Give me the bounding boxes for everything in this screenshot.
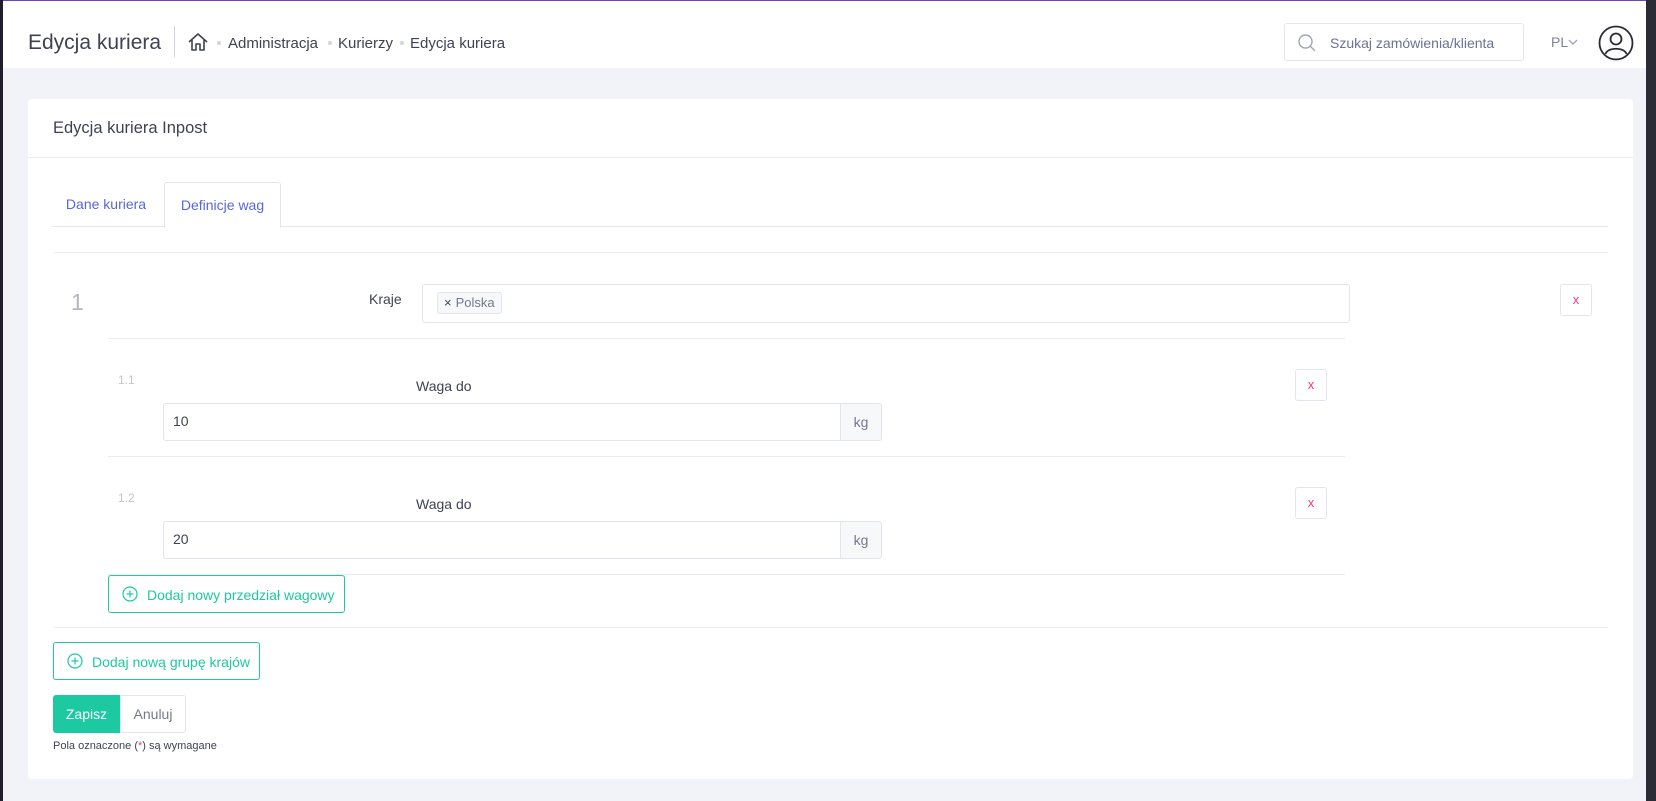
divider [108,456,1345,457]
range-number: 1.2 [118,491,135,505]
divider [108,338,1345,339]
required-fields-note: Pola oznaczone (*) są wymagane [53,740,217,752]
tab-dane-kuriera[interactable]: Dane kuriera [53,182,159,227]
top-header: Edycja kuriera Administracja Kurierzy Ed… [3,1,1646,68]
breadcrumb-separator [400,41,404,45]
delete-range-button[interactable]: x [1295,369,1327,401]
remove-tag-icon[interactable]: × [444,295,452,310]
country-tag[interactable]: × Polska [437,292,502,314]
plus-circle-icon [122,586,138,602]
weight-input[interactable]: 20 [163,521,841,559]
range-number: 1.1 [118,373,135,387]
divider [53,627,1608,628]
page-title: Edycja kuriera [28,31,162,54]
window-right-border [1646,0,1656,801]
window-left-border [0,0,3,801]
plus-circle-icon [67,653,83,669]
add-weight-range-label: Dodaj nowy przedział wagowy [147,587,335,603]
divider [53,252,1608,253]
country-tag-label: Polska [455,295,495,310]
language-selector[interactable]: PL [1551,34,1568,50]
required-note-suffix: ) są wymagane [142,740,217,752]
delete-range-button[interactable]: x [1295,487,1327,519]
courier-edit-card: Edycja kuriera Inpost Dane kuriera Defin… [28,99,1633,779]
breadcrumb-edycja-kuriera[interactable]: Edycja kuriera [410,35,505,52]
breadcrumb-administracja[interactable]: Administracja [228,35,318,52]
tabs-bar: Dane kuriera Definicje wag [53,182,1608,228]
card-header: Edycja kuriera Inpost [28,99,1633,158]
weight-input[interactable]: 10 [163,403,841,441]
breadcrumb-separator [328,41,332,45]
cancel-button[interactable]: Anuluj [120,695,186,733]
tab-definicje-wag[interactable]: Definicje wag [164,182,281,228]
breadcrumb-separator [217,41,221,45]
weight-input-group: 20 kg [163,521,882,559]
search-placeholder: Szukaj zamówienia/klienta [1330,35,1495,51]
home-icon[interactable] [187,31,209,53]
card-title: Edycja kuriera Inpost [53,119,208,137]
search-icon [1298,34,1316,52]
weight-label: Waga do [416,496,472,512]
search-input[interactable]: Szukaj zamówienia/klienta [1284,23,1524,61]
weight-label: Waga do [416,378,472,394]
add-country-group-button[interactable]: Dodaj nową grupę krajów [53,642,260,680]
delete-group-button[interactable]: x [1560,284,1592,316]
weight-unit: kg [840,521,882,559]
save-button[interactable]: Zapisz [53,695,120,733]
breadcrumb-kurierzy[interactable]: Kurierzy [338,35,393,52]
add-country-group-label: Dodaj nową grupę krajów [92,654,250,670]
weight-input-group: 10 kg [163,403,882,441]
chevron-down-icon[interactable] [1568,38,1578,46]
group-number: 1 [71,289,84,315]
weight-unit: kg [840,403,882,441]
required-note-prefix: Pola oznaczone ( [53,740,138,752]
user-avatar-icon[interactable] [1598,25,1634,61]
countries-label: Kraje [369,291,402,307]
add-weight-range-button[interactable]: Dodaj nowy przedział wagowy [108,575,345,613]
title-divider [174,26,175,57]
countries-multiselect[interactable]: × Polska [422,284,1350,323]
